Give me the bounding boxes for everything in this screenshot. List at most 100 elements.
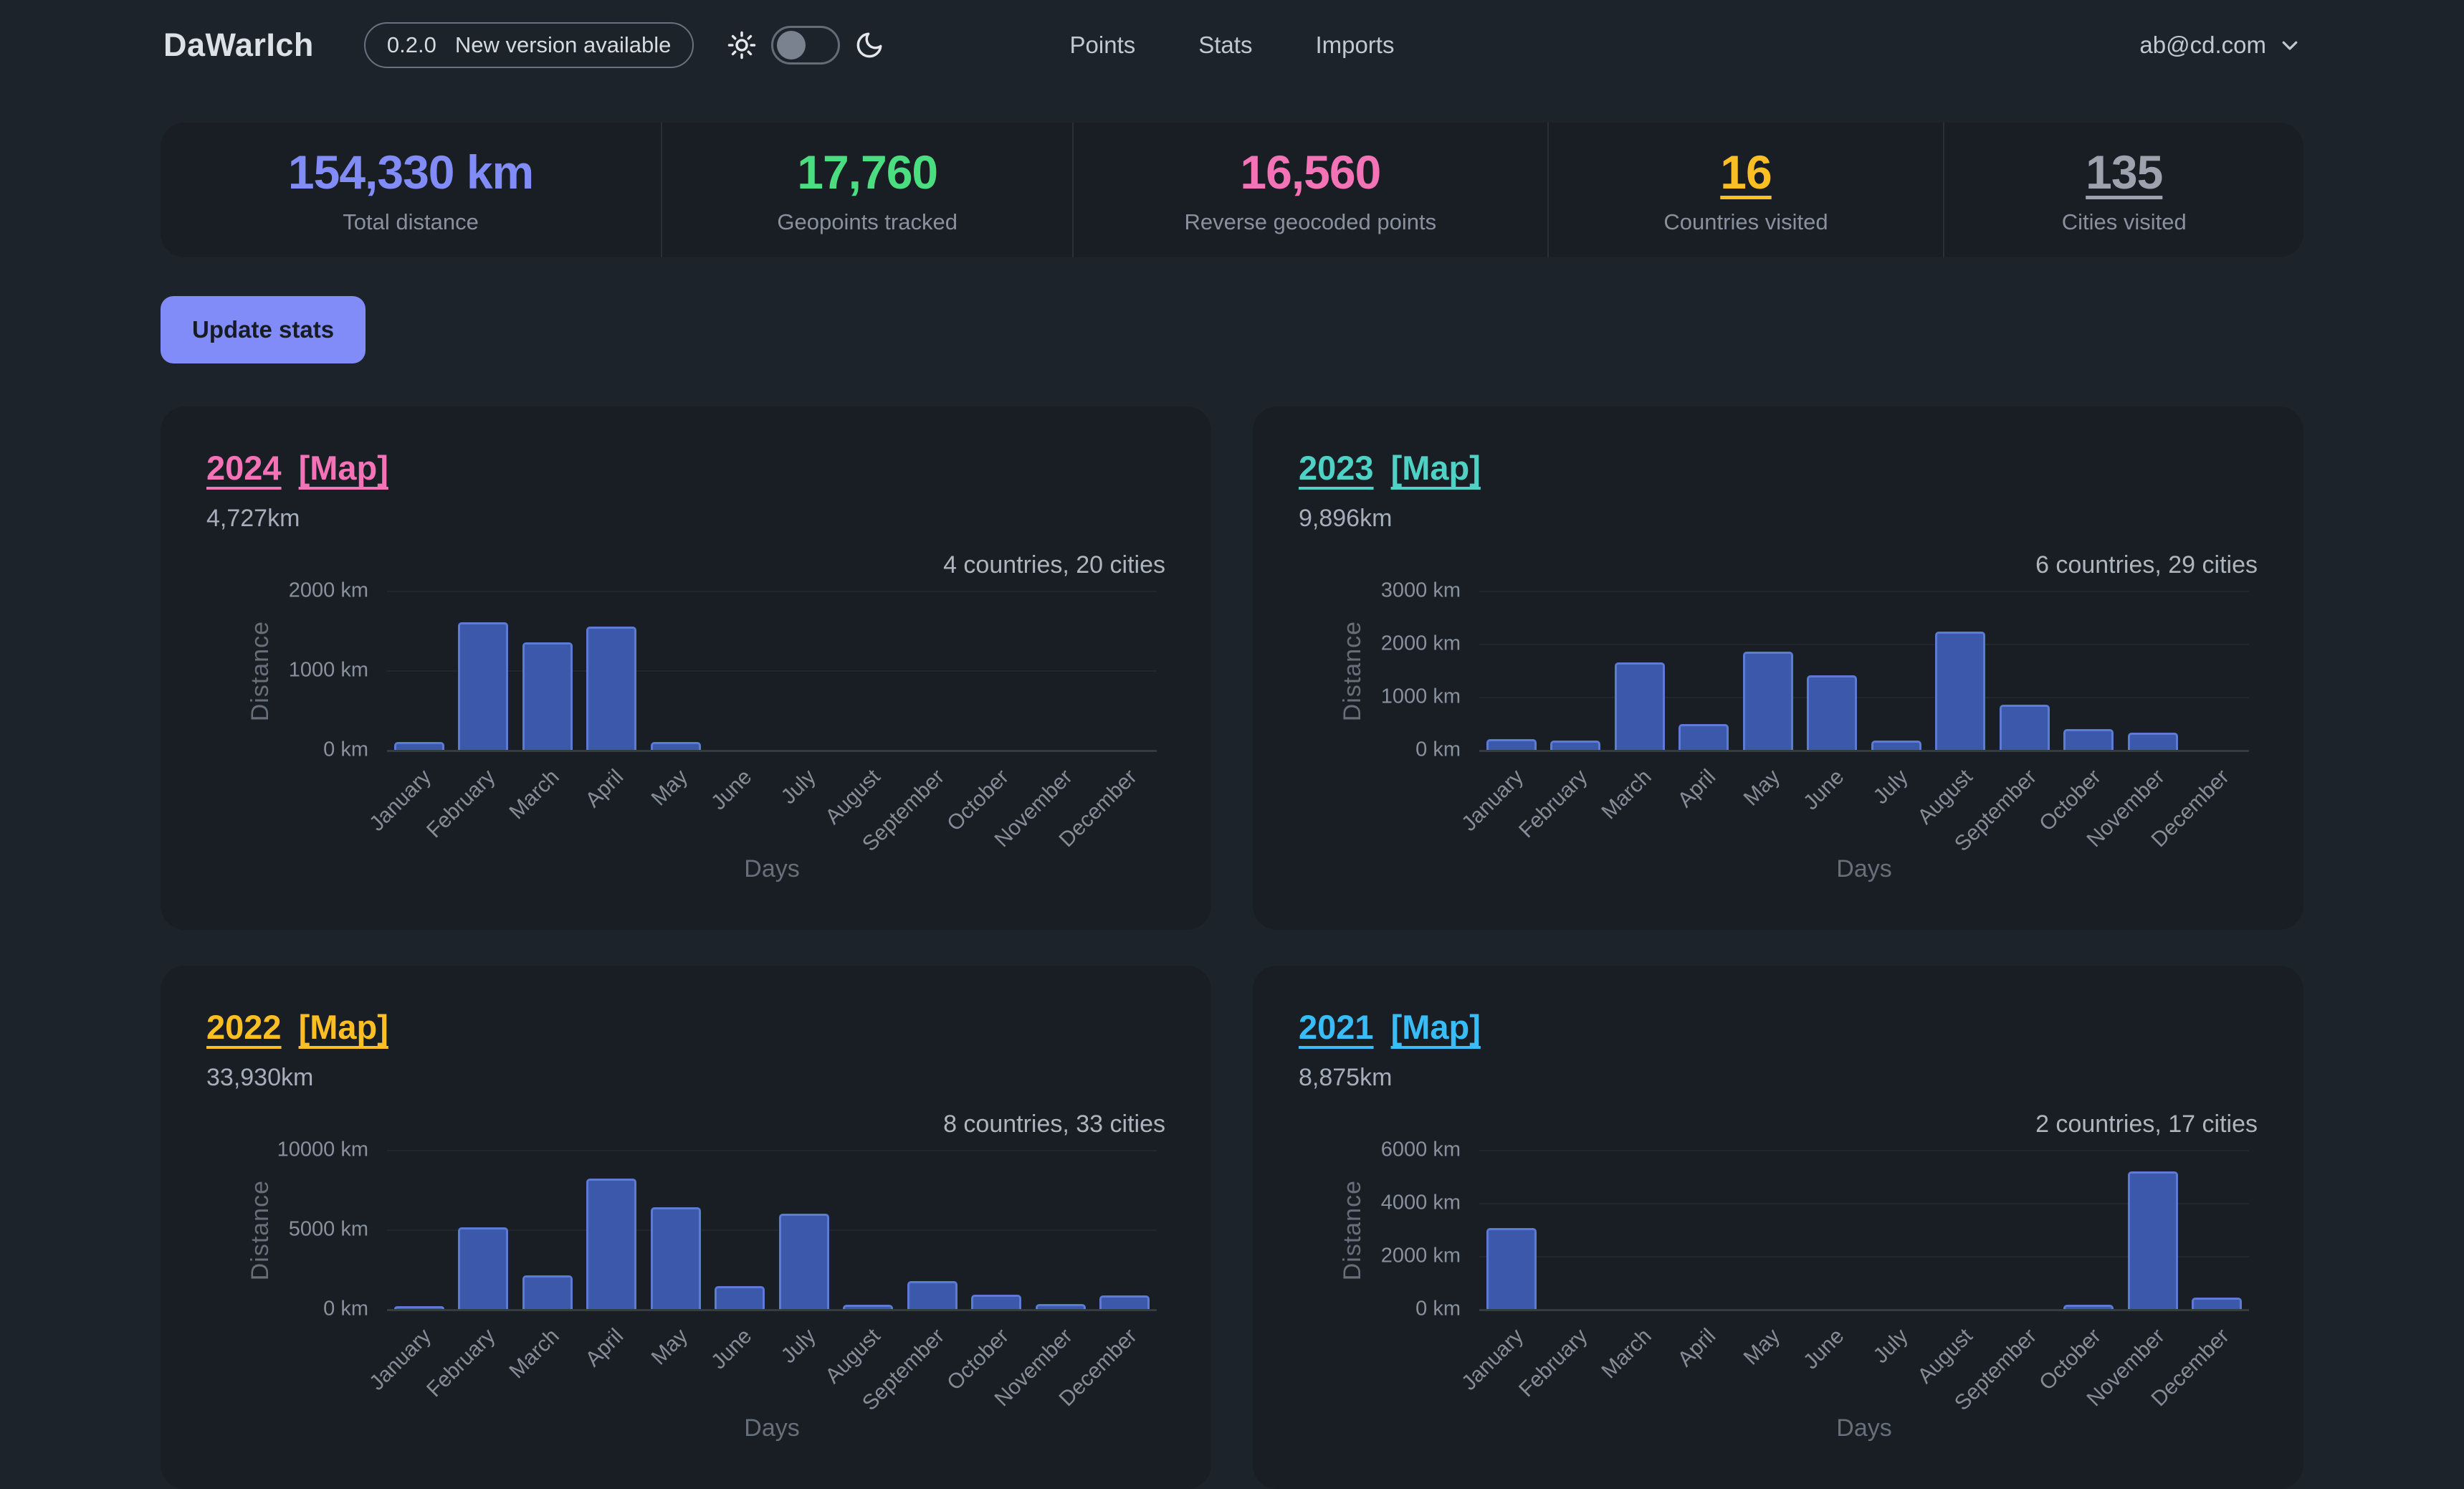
chart-plot-area: 0 km1000 km2000 km3000 km: [1479, 591, 2249, 752]
distance-bar-chart-2023: Distance0 km1000 km2000 km3000 kmJanuary…: [1479, 591, 2249, 883]
bar-october: [971, 1295, 1021, 1309]
bar-slot-november: [2121, 1150, 2185, 1309]
month-label-february: February: [1544, 752, 1608, 854]
nav-stats[interactable]: Stats: [1198, 32, 1252, 59]
nav-imports[interactable]: Imports: [1315, 32, 1394, 59]
month-label-june: June: [1800, 1311, 1865, 1413]
stat-countries: 16 Countries visited: [1547, 123, 1944, 257]
x-axis-month-labels: JanuaryFebruaryMarchAprilMayJuneJulyAugu…: [1479, 752, 2249, 854]
bar-april: [1679, 724, 1729, 750]
chart-plot-area: 0 km5000 km10000 km: [387, 1150, 1157, 1311]
x-axis-month-labels: JanuaryFebruaryMarchAprilMayJuneJulyAugu…: [387, 752, 1157, 854]
bar-slot-october: [965, 591, 1029, 750]
bar-slot-september: [1992, 591, 2057, 750]
main-nav: Points Stats Imports: [1070, 32, 1395, 59]
bar-slot-february: [452, 1150, 516, 1309]
bar-slot-july: [772, 1150, 836, 1309]
version-badge[interactable]: 0.2.0 New version available: [364, 22, 694, 68]
stat-cities: 135 Cities visited: [1943, 123, 2303, 257]
y-axis-tick-label: 10000 km: [277, 1138, 368, 1162]
bar-slot-november: [2121, 591, 2185, 750]
year-summary: 2 countries, 17 cities: [1299, 1110, 2258, 1138]
bar-slot-may: [644, 591, 708, 750]
month-label-june: June: [708, 752, 773, 854]
distance-bar-chart-2022: Distance0 km5000 km10000 kmJanuaryFebrua…: [387, 1150, 1157, 1442]
stat-geopoints-value: 17,760: [797, 145, 937, 199]
month-label-may: May: [1736, 1311, 1800, 1413]
map-link-2022[interactable]: [Map]: [299, 1007, 388, 1047]
y-axis-tick-label: 2000 km: [289, 579, 368, 603]
stat-countries-label: Countries visited: [1663, 209, 1828, 235]
bar-october: [2063, 729, 2114, 750]
month-label-may: May: [1736, 752, 1800, 854]
year-link-2022[interactable]: 2022: [206, 1007, 282, 1047]
bar-slot-february: [1544, 591, 1608, 750]
app-logo[interactable]: DaWarIch: [163, 27, 314, 64]
year-card-2024: 2024 [Map] 4,727km 4 countries, 20 citie…: [161, 406, 1211, 930]
stat-reverse-geocoded-value: 16,560: [1240, 145, 1380, 199]
distance-bar-chart-2021: Distance0 km2000 km4000 km6000 kmJanuary…: [1479, 1150, 2249, 1442]
bar-slot-january: [387, 1150, 452, 1309]
year-link-2024[interactable]: 2024: [206, 448, 282, 487]
year-summary: 8 countries, 33 cities: [206, 1110, 1165, 1138]
bar-january: [1486, 739, 1537, 750]
bar-slot-september: [900, 591, 965, 750]
user-menu[interactable]: ab@cd.com: [2139, 32, 2301, 59]
bar-may: [651, 1207, 701, 1309]
y-axis-tick-label: 6000 km: [1381, 1138, 1461, 1162]
bar-september: [2000, 705, 2050, 750]
month-label-march: March: [515, 752, 580, 854]
bar-october: [2063, 1305, 2114, 1309]
stat-geopoints-label: Geopoints tracked: [777, 209, 958, 235]
stat-cities-value[interactable]: 135: [2086, 145, 2162, 199]
map-link-2023[interactable]: [Map]: [1391, 448, 1481, 487]
stat-countries-value[interactable]: 16: [1720, 145, 1771, 199]
month-label-may: May: [644, 752, 708, 854]
bar-slot-november: [1028, 591, 1093, 750]
version-note: New version available: [455, 32, 672, 58]
bar-slot-november: [1028, 1150, 1093, 1309]
year-distance: 33,930km: [206, 1064, 1165, 1092]
bar-slot-september: [900, 1150, 965, 1309]
card-head: 2022 [Map]: [206, 1007, 1165, 1047]
x-axis-month-labels: JanuaryFebruaryMarchAprilMayJuneJulyAugu…: [1479, 1311, 2249, 1413]
bar-slot-february: [1544, 1150, 1608, 1309]
bar-slot-october: [2057, 1150, 2121, 1309]
bar-slot-august: [836, 591, 901, 750]
year-card-2021: 2021 [Map] 8,875km 2 countries, 17 citie…: [1253, 966, 2303, 1489]
bar-slot-february: [452, 591, 516, 750]
bar-november: [2128, 733, 2178, 750]
card-head: 2023 [Map]: [1299, 448, 2258, 487]
bar-slot-june: [1800, 591, 1865, 750]
month-label-september: September: [900, 1311, 965, 1413]
y-axis-tick-label: 3000 km: [1381, 579, 1461, 603]
bar-slot-july: [1864, 591, 1929, 750]
bar-slot-august: [1929, 591, 1993, 750]
bar-september: [907, 1281, 958, 1309]
update-stats-button[interactable]: Update stats: [161, 296, 366, 363]
x-axis-month-labels: JanuaryFebruaryMarchAprilMayJuneJulyAugu…: [387, 1311, 1157, 1413]
month-label-december: December: [1093, 1311, 1157, 1413]
y-axis-tick-label: 2000 km: [1381, 1244, 1461, 1267]
year-card-2022: 2022 [Map] 33,930km 8 countries, 33 citi…: [161, 966, 1211, 1489]
year-cards-grid: 2024 [Map] 4,727km 4 countries, 20 citie…: [161, 406, 2303, 1489]
month-label-july: July: [1864, 752, 1929, 854]
bar-slot-january: [387, 591, 452, 750]
month-label-february: February: [452, 1311, 516, 1413]
chevron-down-icon: [2279, 34, 2301, 56]
stat-total-distance-label: Total distance: [343, 209, 479, 235]
map-link-2021[interactable]: [Map]: [1391, 1007, 1481, 1047]
bar-august: [843, 1305, 893, 1309]
stat-reverse-geocoded: 16,560 Reverse geocoded points: [1072, 123, 1547, 257]
nav-points[interactable]: Points: [1070, 32, 1136, 59]
month-label-march: March: [515, 1311, 580, 1413]
y-axis-tick-label: 0 km: [323, 1298, 368, 1321]
theme-toggle[interactable]: [771, 26, 840, 65]
bar-may: [651, 742, 701, 750]
bar-slot-may: [1736, 591, 1800, 750]
stat-cities-label: Cities visited: [2062, 209, 2187, 235]
month-label-december: December: [2185, 1311, 2250, 1413]
year-link-2021[interactable]: 2021: [1299, 1007, 1374, 1047]
year-link-2023[interactable]: 2023: [1299, 448, 1374, 487]
map-link-2024[interactable]: [Map]: [299, 448, 388, 487]
